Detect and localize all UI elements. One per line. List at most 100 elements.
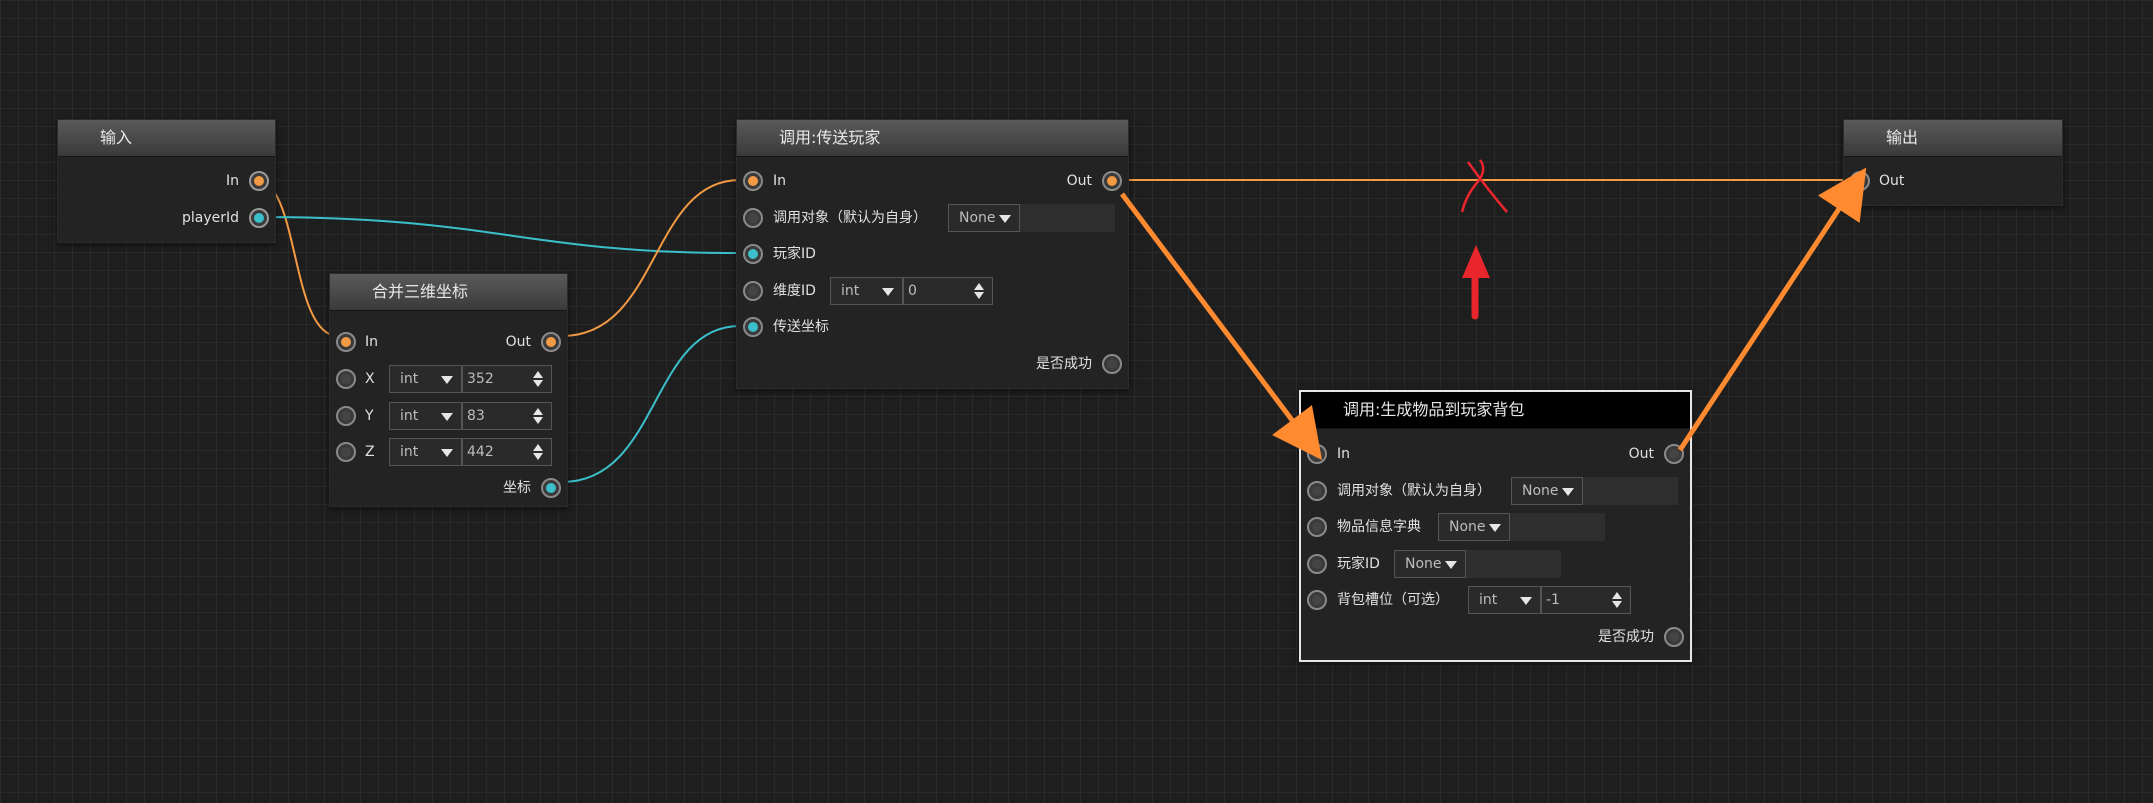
node-output[interactable]: 输出 Out — [1843, 119, 2063, 206]
player-id-port[interactable] — [249, 208, 269, 228]
node-merge-coordinates[interactable]: 合并三维坐标 In Out X int 352 Y int 83 Z int 4… — [329, 273, 568, 507]
wire-playerid-to-teleport-playerid[interactable] — [255, 216, 741, 254]
player-id-field[interactable] — [1466, 550, 1561, 578]
port-label-out: Out — [1066, 173, 1092, 189]
exec-in-port[interactable] — [1307, 444, 1327, 464]
spin-up-icon[interactable] — [533, 371, 543, 378]
y-type-value: int — [400, 408, 419, 424]
port-label-y: Y — [365, 408, 374, 424]
dimension-type-dropdown[interactable]: int — [830, 277, 903, 305]
exec-out-port[interactable] — [1664, 444, 1684, 464]
x-value-spinbox[interactable]: 352 — [462, 365, 552, 393]
port-row-give-player-id: 玩家ID None — [1301, 549, 1690, 579]
port-label-out: Out — [1628, 446, 1654, 462]
slot-value-spinbox[interactable]: -1 — [1541, 586, 1631, 614]
port-label-success: 是否成功 — [1598, 629, 1654, 645]
slot-type-value: int — [1479, 592, 1498, 608]
port-label-player-id: 玩家ID — [1337, 556, 1380, 572]
target-option: None — [1522, 483, 1559, 499]
port-label-z: Z — [365, 444, 375, 460]
port-label-dimension-id: 维度ID — [773, 283, 816, 299]
suggested-wire-give-item-to-output — [1677, 167, 1867, 452]
port-row-give-exec: In Out — [1301, 439, 1690, 469]
wire-merge-out-to-teleport-in[interactable] — [561, 179, 741, 337]
spin-up-icon[interactable] — [974, 283, 984, 290]
player-id-dropdown[interactable]: None — [1394, 550, 1466, 578]
port-label-x: X — [365, 371, 375, 387]
success-port[interactable] — [1102, 354, 1122, 374]
port-row-slot: 背包槽位（可选） int -1 — [1301, 585, 1690, 615]
chevron-down-icon — [441, 413, 453, 421]
spin-up-icon[interactable] — [1612, 592, 1622, 599]
exec-in-port[interactable] — [336, 332, 356, 352]
item-dict-dropdown[interactable]: None — [1438, 513, 1510, 541]
x-port[interactable] — [336, 369, 356, 389]
spin-down-icon[interactable] — [1612, 601, 1622, 608]
dimension-id-port[interactable] — [743, 281, 763, 301]
exec-in-port[interactable] — [249, 171, 269, 191]
wire-merge-coord-to-teleport-coord[interactable] — [561, 325, 741, 483]
exec-out-port[interactable] — [541, 332, 561, 352]
y-value-spinbox[interactable]: 83 — [462, 402, 552, 430]
node-teleport-player[interactable]: 调用:传送玩家 In Out 调用对象（默认为自身） None 玩家ID 维度I… — [736, 119, 1129, 389]
z-port[interactable] — [336, 442, 356, 462]
port-row-teleport-player-id: 玩家ID — [737, 239, 1128, 269]
target-dropdown[interactable]: None — [1511, 477, 1583, 505]
chevron-down-icon — [441, 376, 453, 384]
target-dropdown[interactable]: None — [948, 204, 1020, 232]
port-label-out: Out — [1879, 173, 1905, 189]
node-give-item[interactable]: 调用:生成物品到玩家背包 In Out 调用对象（默认为自身） None 物品信… — [1299, 390, 1692, 662]
port-label-in: In — [773, 173, 787, 189]
player-id-option: None — [1405, 556, 1442, 572]
node-input-title: 输入 — [58, 120, 275, 157]
spin-up-icon[interactable] — [533, 408, 543, 415]
port-row-x: X int 352 — [330, 364, 567, 394]
spin-down-icon[interactable] — [533, 417, 543, 424]
port-row-teleport-success: 是否成功 — [737, 349, 1128, 379]
port-row-player-id: playerId — [58, 203, 275, 233]
item-dict-port[interactable] — [1307, 517, 1327, 537]
x-value: 352 — [467, 371, 494, 387]
teleport-coord-port[interactable] — [743, 317, 763, 337]
dimension-value: 0 — [908, 283, 917, 299]
port-row-z: Z int 442 — [330, 437, 567, 467]
target-field[interactable] — [1020, 204, 1115, 232]
target-option: None — [959, 210, 996, 226]
spin-down-icon[interactable] — [533, 380, 543, 387]
x-type-dropdown[interactable]: int — [389, 365, 462, 393]
dimension-value-spinbox[interactable]: 0 — [903, 277, 993, 305]
dimension-type-value: int — [841, 283, 860, 299]
target-field[interactable] — [1583, 477, 1678, 505]
slot-port[interactable] — [1307, 590, 1327, 610]
spin-down-icon[interactable] — [533, 453, 543, 460]
port-row-teleport-exec: In Out — [737, 166, 1128, 196]
exec-out-port[interactable] — [1102, 171, 1122, 191]
y-port[interactable] — [336, 406, 356, 426]
item-dict-option: None — [1449, 519, 1486, 535]
slot-value: -1 — [1546, 592, 1560, 608]
slot-type-dropdown[interactable]: int — [1468, 586, 1541, 614]
z-type-dropdown[interactable]: int — [389, 438, 462, 466]
node-input[interactable]: 输入 In playerId — [57, 119, 276, 243]
port-row-teleport-target: 调用对象（默认为自身） None — [737, 203, 1128, 233]
coord-out-port[interactable] — [541, 478, 561, 498]
exec-out-port[interactable] — [1850, 171, 1870, 191]
chevron-down-icon — [441, 449, 453, 457]
player-id-port[interactable] — [1307, 554, 1327, 574]
port-label-teleport-coord: 传送坐标 — [773, 319, 829, 335]
exec-in-port[interactable] — [743, 171, 763, 191]
port-row-give-success: 是否成功 — [1301, 622, 1690, 652]
target-port[interactable] — [1307, 481, 1327, 501]
z-value-spinbox[interactable]: 442 — [462, 438, 552, 466]
spin-down-icon[interactable] — [974, 292, 984, 299]
player-id-port[interactable] — [743, 244, 763, 264]
y-value: 83 — [467, 408, 485, 424]
success-port[interactable] — [1664, 627, 1684, 647]
y-type-dropdown[interactable]: int — [389, 402, 462, 430]
target-port[interactable] — [743, 208, 763, 228]
spin-up-icon[interactable] — [533, 444, 543, 451]
port-row-y: Y int 83 — [330, 401, 567, 431]
item-dict-field[interactable] — [1510, 513, 1605, 541]
port-row-dimension-id: 维度ID int 0 — [737, 276, 1128, 306]
port-row-input-in: In — [58, 166, 275, 196]
